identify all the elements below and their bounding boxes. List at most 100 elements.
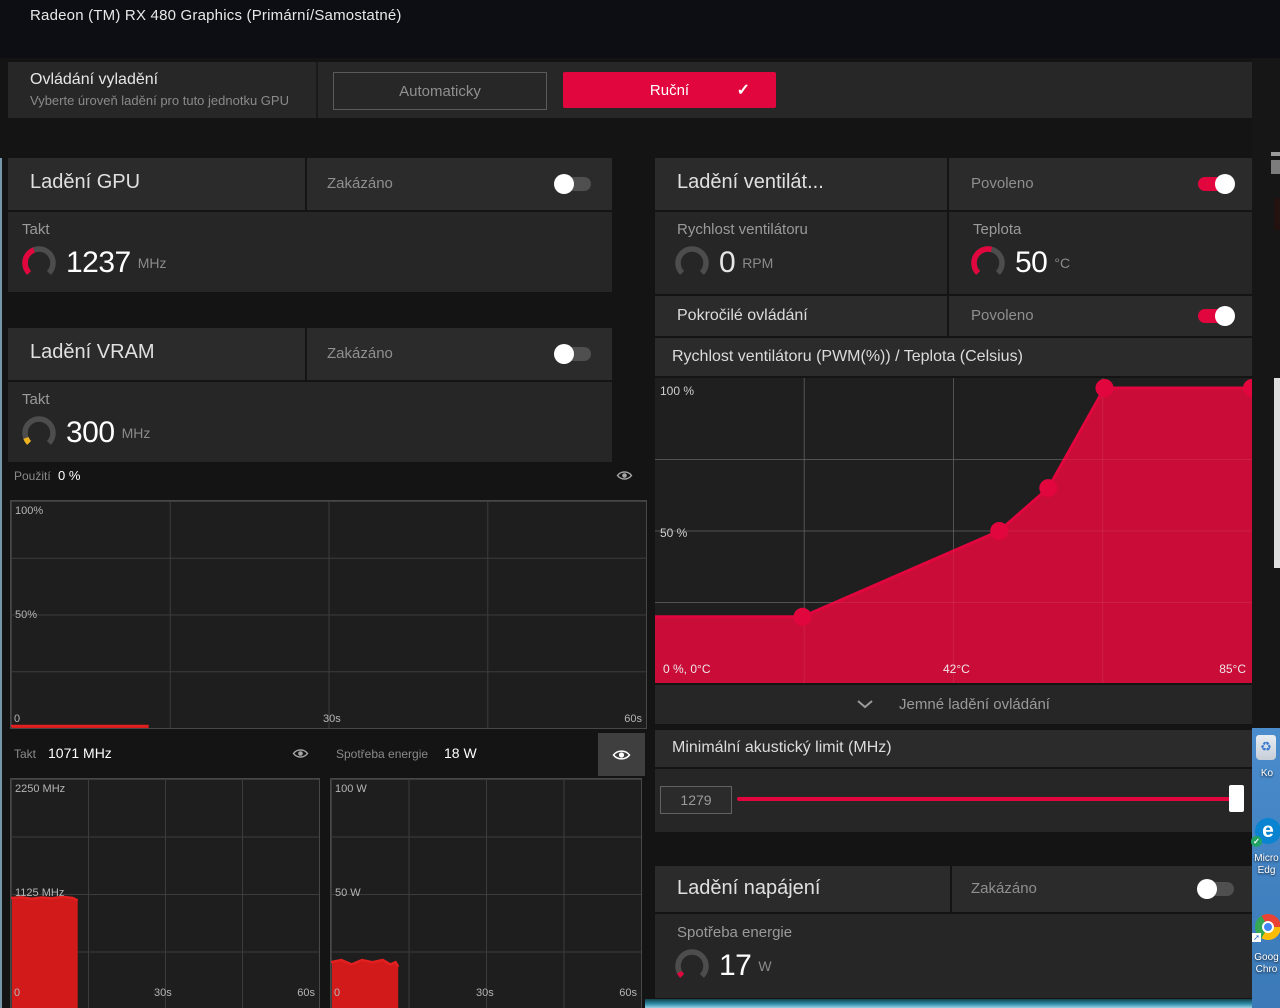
clock-ytick-mid: 1125 MHz — [15, 887, 64, 899]
power-ytick-zero: 0 — [334, 987, 340, 999]
temperature-unit: °C — [1054, 255, 1070, 271]
vram-clock-unit: MHz — [122, 425, 151, 441]
tuning-control-tile: Ovládání vyladění Vyberte úroveň ladění … — [8, 62, 1252, 118]
chrome-label-1: Goog — [1253, 952, 1280, 964]
toggle-knob — [554, 174, 574, 194]
power-monitor-label: Spotřeba energie — [336, 747, 428, 761]
background-window-sliver — [1274, 198, 1280, 230]
power-draw-value: 17 — [719, 949, 751, 983]
temperature-value: 50 — [1015, 246, 1047, 280]
vram-clock-gauge-icon — [20, 414, 58, 452]
gpu-tuning-state-cell: Zakázáno — [307, 158, 612, 210]
fan-speed-value: 0 — [719, 246, 735, 280]
usage-history-chart: 100% 50% 0 30s 60s — [10, 500, 647, 729]
power-xtick-max: 60s — [619, 987, 637, 999]
power-xtick-mid: 30s — [476, 987, 494, 999]
fine-tuning-label: Jemné ladění ovládání — [899, 696, 1050, 713]
vram-clock-label: Takt — [22, 391, 50, 408]
check-icon: ✓ — [737, 80, 750, 100]
vram-tuning-title: Ladění VRAM — [30, 341, 155, 364]
fan-tuning-toggle[interactable] — [1198, 177, 1234, 191]
acoustic-limit-header: Minimální akustický limit (MHz) — [655, 730, 1252, 767]
fan-speed-gauge-icon — [673, 244, 711, 282]
usage-ytick-top: 100% — [15, 505, 43, 517]
acoustic-limit-slider-handle[interactable] — [1229, 785, 1244, 812]
toggle-knob — [1215, 174, 1235, 194]
clock-ytick-zero: 0 — [14, 987, 20, 999]
usage-ytick-mid: 50% — [15, 609, 37, 621]
usage-visibility-button[interactable] — [612, 466, 636, 484]
power-tuning-toggle[interactable] — [1198, 882, 1234, 896]
gpu-clock-value: 1237 — [66, 246, 131, 280]
background-window-edge — [645, 999, 1252, 1008]
power-tuning-state-cell: Zakázáno — [952, 866, 1252, 912]
fan-tuning-state: Povoleno — [971, 175, 1034, 192]
partial-desktop-icon — [1271, 152, 1280, 156]
power-ytick-top: 100 W — [335, 783, 367, 795]
acoustic-limit-input[interactable] — [660, 786, 732, 814]
recycle-glyph: ♻ — [1260, 739, 1272, 754]
acoustic-limit-title: Minimální akustický limit (MHz) — [672, 739, 892, 757]
partial-desktop-icon — [1271, 160, 1280, 174]
power-tuning-body: Spotřeba energie 17 W — [655, 914, 1252, 998]
recycle-bin-label: Ko — [1254, 768, 1280, 780]
microsoft-edge-icon[interactable]: e ✓ — [1255, 818, 1280, 844]
gpu-clock-label: Takt — [22, 221, 50, 238]
fan-tuning-title: Ladění ventilát... — [677, 171, 824, 194]
clock-visibility-button[interactable] — [288, 744, 312, 762]
edge-label-2: Edg — [1253, 865, 1280, 877]
tuning-control-title: Ovládání vyladění — [30, 71, 158, 89]
power-draw-unit: W — [758, 958, 771, 974]
vram-tuning-toggle[interactable] — [555, 347, 591, 361]
edge-label-1: Micro — [1253, 853, 1280, 865]
fine-tuning-expander[interactable]: Jemné ladění ovládání — [655, 685, 1252, 724]
fan-tuning-state-cell: Povoleno — [949, 158, 1252, 210]
divider — [316, 62, 318, 118]
advanced-control-toggle[interactable] — [1198, 309, 1234, 323]
fan-curve-chart[interactable]: 100 % 50 % 0 %, 0°C 42°C 85°C — [655, 378, 1252, 683]
toggle-knob — [1197, 879, 1217, 899]
radeon-wattman-window: Radeon (TM) RX 480 Graphics (Primární/Sa… — [0, 0, 1280, 1008]
power-visibility-button[interactable] — [598, 733, 645, 776]
manual-tuning-label: Ruční — [650, 82, 689, 99]
power-monitor-value: 18 W — [444, 745, 477, 761]
auto-tuning-button[interactable]: Automaticky — [333, 72, 547, 110]
power-draw-gauge-icon — [673, 947, 711, 985]
vram-tuning-state-cell: Zakázáno — [307, 328, 612, 380]
vram-tuning-header: Ladění VRAM — [8, 328, 305, 380]
gpu-tuning-state: Zakázáno — [327, 175, 393, 192]
fan-curve-svg[interactable] — [655, 378, 1252, 683]
toggle-knob — [554, 344, 574, 364]
edge-check-badge: ✓ — [1251, 836, 1262, 847]
eye-icon — [292, 747, 309, 760]
fan-speed-label: Rychlost ventilátoru — [677, 221, 808, 238]
shortcut-arrow-badge: ➚ — [1252, 933, 1261, 942]
recycle-bin-icon[interactable]: ♻ — [1256, 735, 1276, 760]
power-history-chart: 100 W 50 W 0 30s 60s — [330, 778, 642, 1008]
toggle-knob — [1215, 306, 1235, 326]
advanced-control-label: Pokročilé ovládání — [677, 307, 808, 325]
gpu-clock-gauge-icon — [20, 244, 58, 282]
background-window-sliver — [1274, 378, 1280, 568]
desktop-strip: ♻ Ko e ✓ Micro Edg ➚ Goog Chro — [1252, 728, 1280, 1008]
temperature-gauge-icon — [969, 244, 1007, 282]
advanced-control-cell: Pokročilé ovládání — [655, 296, 947, 336]
auto-tuning-label: Automaticky — [399, 83, 481, 100]
fan-chart-title-row: Rychlost ventilátoru (PWM(%)) / Teplota … — [655, 338, 1252, 376]
window-title: Radeon (TM) RX 480 Graphics (Primární/Sa… — [30, 7, 402, 24]
vram-clock-value: 300 — [66, 416, 115, 450]
chrome-hub — [1262, 921, 1274, 933]
fan-speed-cell: Rychlost ventilátoru 0 RPM — [655, 212, 947, 294]
fan-xtick-0: 0 %, 0°C — [663, 662, 710, 676]
chrome-label-2: Chro — [1253, 964, 1280, 976]
gpu-tuning-toggle[interactable] — [555, 177, 591, 191]
manual-tuning-button[interactable]: Ruční ✓ — [563, 72, 776, 108]
acoustic-limit-slider-track[interactable] — [737, 797, 1242, 801]
usage-ytick-zero: 0 — [14, 713, 20, 725]
fan-chart-title: Rychlost ventilátoru (PWM(%)) / Teplota … — [672, 348, 1023, 366]
clock-ytick-top: 2250 MHz — [15, 783, 65, 795]
fan-ytick-50: 50 % — [660, 526, 687, 540]
power-draw-label: Spotřeba energie — [677, 924, 792, 941]
temperature-cell: Teplota 50 °C — [949, 212, 1252, 294]
google-chrome-icon[interactable]: ➚ — [1255, 914, 1280, 940]
